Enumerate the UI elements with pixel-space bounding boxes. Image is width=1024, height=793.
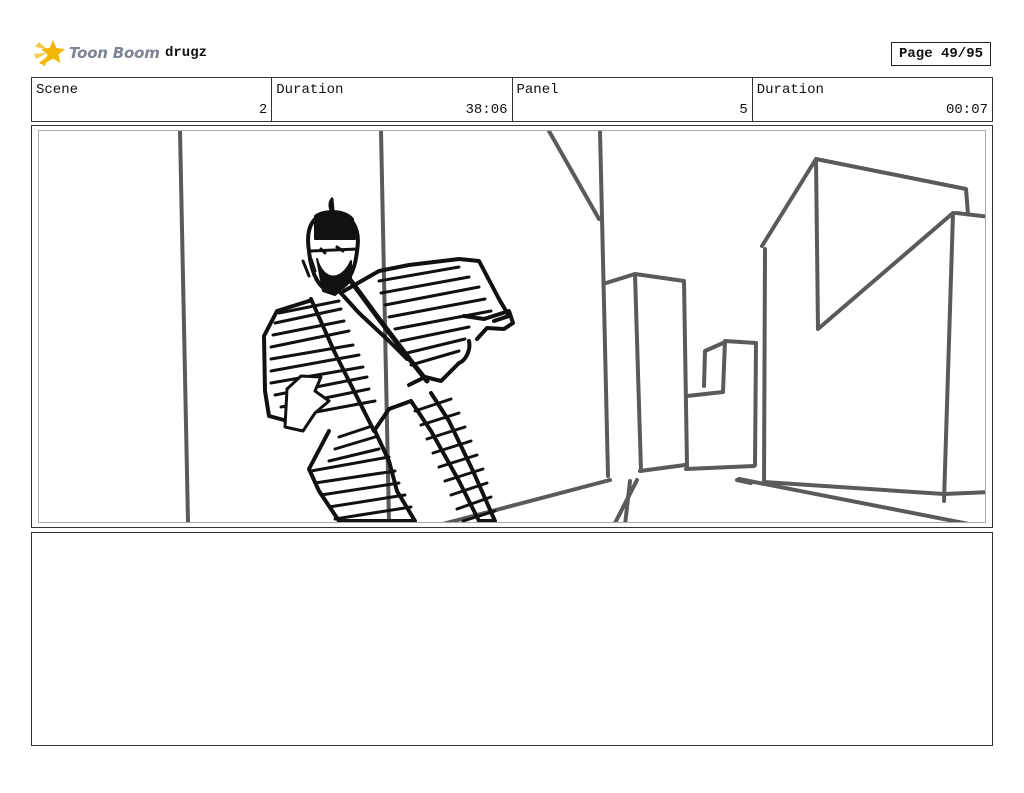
scene-label: Scene bbox=[36, 82, 79, 98]
scene-info-row: Scene 2 Duration 38:06 Panel 5 Duration … bbox=[31, 77, 993, 122]
panel-frame bbox=[31, 125, 993, 528]
panel-image bbox=[38, 130, 986, 523]
panel-value: 5 bbox=[739, 102, 748, 118]
toon-boom-logo: Toon Boom bbox=[33, 36, 160, 70]
scene-cell: Scene 2 bbox=[32, 78, 273, 121]
panel-duration-value: 00:07 bbox=[945, 102, 988, 118]
project-name: drugz bbox=[165, 45, 208, 61]
storyboard-sketch bbox=[178, 131, 985, 522]
scene-value: 2 bbox=[258, 102, 268, 118]
panel-cell: Panel 5 bbox=[513, 78, 753, 121]
scene-duration-label: Duration bbox=[276, 82, 344, 98]
scene-duration-value: 38:06 bbox=[465, 102, 508, 118]
page-indicator: Page 49/95 bbox=[891, 42, 991, 66]
panel-duration-label: Duration bbox=[756, 82, 824, 98]
scene-duration-cell: Duration 38:06 bbox=[272, 78, 513, 121]
panel-label: Panel bbox=[516, 82, 559, 98]
logo-text: Toon Boom bbox=[69, 44, 160, 62]
toon-boom-star-icon bbox=[34, 40, 65, 66]
panel-notes-box bbox=[31, 532, 993, 746]
panel-duration-cell: Duration 00:07 bbox=[753, 78, 992, 121]
